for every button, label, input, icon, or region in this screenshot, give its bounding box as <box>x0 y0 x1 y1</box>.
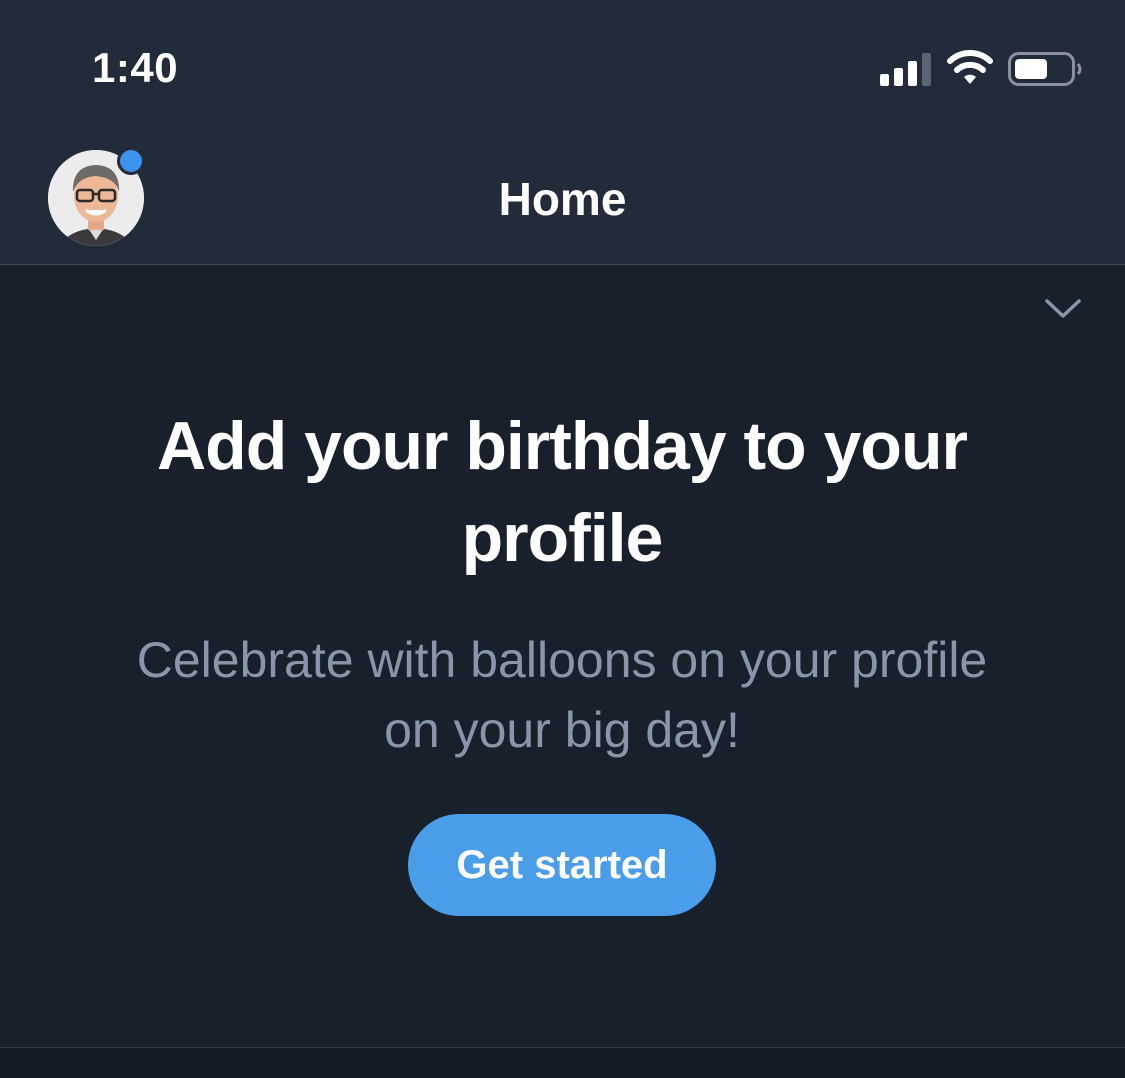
get-started-button[interactable]: Get started <box>408 814 716 916</box>
status-bar: 1:40 <box>0 0 1125 132</box>
birthday-prompt-card: Add your birthday to your profile Celebr… <box>0 265 1125 1047</box>
app-screen: 1:40 Home Add your birthday to your prof… <box>0 0 1125 1078</box>
chevron-down-icon[interactable] <box>1044 297 1082 321</box>
cellular-signal-icon <box>880 53 931 86</box>
timeline-feed-start <box>0 1048 1125 1078</box>
notification-dot <box>117 147 145 175</box>
battery-icon <box>1008 52 1082 86</box>
prompt-subtitle: Celebrate with balloons on your profile … <box>136 632 988 758</box>
nav-bar: Home <box>0 132 1125 265</box>
status-time: 1:40 <box>92 44 179 91</box>
wifi-icon <box>947 50 993 84</box>
page-title: Home <box>498 173 627 225</box>
prompt-title: Add your birthday to your profile <box>157 408 968 576</box>
